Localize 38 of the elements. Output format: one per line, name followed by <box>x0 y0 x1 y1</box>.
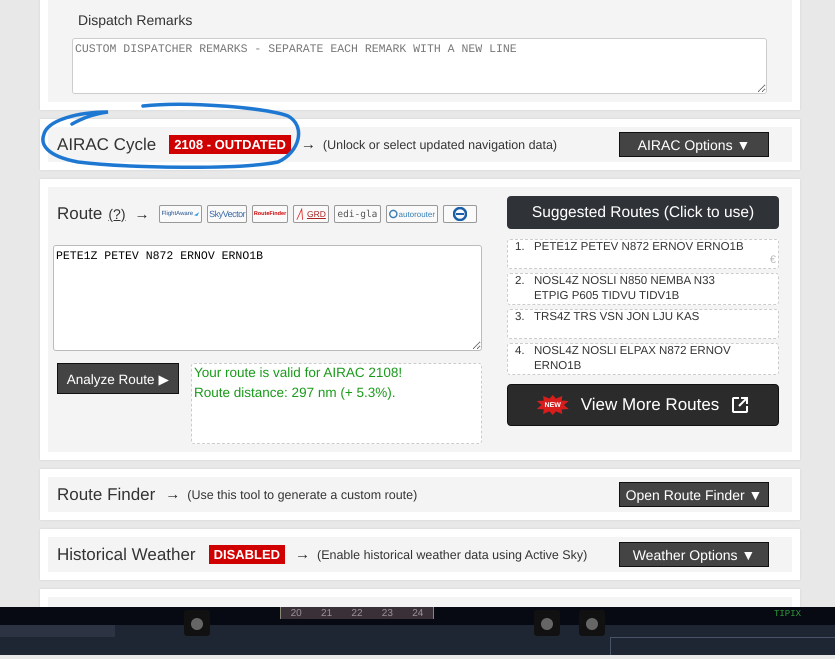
route-service-link[interactable]: SkyVector <box>207 205 247 223</box>
section-title: Route <box>57 204 102 224</box>
help-link[interactable]: (?) <box>108 206 126 222</box>
status-label: 2108 - OUTDATED <box>169 135 291 154</box>
suggested-routes-header: Suggested Routes (Click to use) <box>507 196 779 229</box>
route-service-link[interactable]: autorouter <box>386 205 438 223</box>
ring-icon <box>388 208 398 220</box>
section-hint: (Enable historical weather data using Active Sky) <box>317 548 588 562</box>
section-title: Route Finder <box>57 484 156 504</box>
arrow-glyph: → <box>134 206 150 222</box>
route-service-link[interactable]: GRD <box>293 205 329 223</box>
external-link-icon <box>731 396 750 414</box>
result-text: Your route is valid for AIRAC 2108! <box>194 365 404 380</box>
options-button[interactable]: Open Route Finder ▼ <box>619 482 769 507</box>
waypoint-label: TIPIX <box>774 609 802 619</box>
arrow-glyph: → <box>295 546 310 563</box>
route-service-link[interactable] <box>443 205 478 223</box>
suggested-route[interactable]: 2. NOSL4Z NOSLI N850 NEMBA N33 ETPIG P605 TIDVU TIDV1B <box>507 273 779 305</box>
section-title: Historical Weather <box>57 544 196 564</box>
arrow-glyph: → <box>300 136 316 153</box>
suggested-route[interactable]: 4. NOSL4Z NOSLI ELPAX N872 ERNOV ERNO1B <box>507 343 779 375</box>
route-field[interactable]: PETE1Z PETEV N872 ERNOV ERNO1B <box>53 245 482 351</box>
remarks-field[interactable]: CUSTOM DISPATCHER REMARKS - SEPARATE EACH REMARK WITH A NEW LINE <box>72 38 767 94</box>
status-label: DISABLED <box>208 545 286 564</box>
section-title: AIRAC Cycle <box>57 134 156 154</box>
arrow-glyph: → <box>165 486 180 503</box>
analyze-route-button[interactable]: Analyze Route ▶ <box>57 363 179 394</box>
route-service-link[interactable]: edi-gla <box>334 205 381 223</box>
suggested-route[interactable]: 3. TRS4Z TRS VSN JON LJU KAS <box>507 309 779 339</box>
result-text: Route distance: 297 nm (+ 5.3%). <box>194 385 396 400</box>
options-button[interactable]: Weather Options ▼ <box>619 542 769 567</box>
section-hint: (Unlock or select updated navigation data) <box>322 138 558 152</box>
options-button[interactable]: AIRAC Options ▼ <box>619 132 769 157</box>
slash-icon <box>296 207 306 221</box>
remarks-label: Dispatch Remarks <box>78 12 192 28</box>
scale-strip: 20 21 22 23 24 <box>280 607 434 619</box>
suggested-route[interactable]: 1. PETE1Z PETEV N872 ERNOV ERNO1B € <box>507 239 779 269</box>
section-hint: (Use this tool to generate a custom route) <box>187 488 418 502</box>
